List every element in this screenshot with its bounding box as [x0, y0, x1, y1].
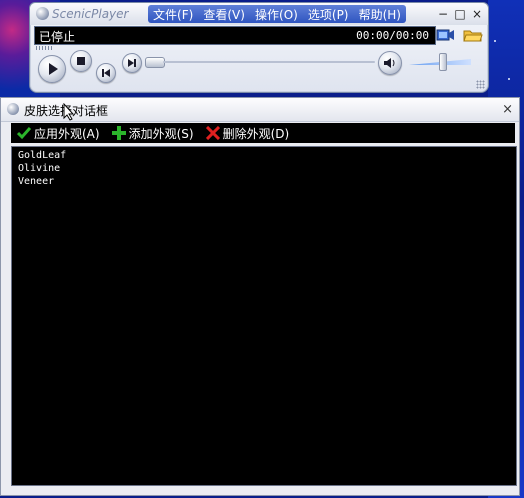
add-skin-button[interactable]: 添加外观(S) [111, 125, 194, 142]
folder-icon[interactable] [463, 28, 483, 42]
next-icon [128, 59, 136, 67]
skin-toolbar: 应用外观(A) 添加外观(S) 删除外观(D) [11, 123, 515, 143]
menu-file[interactable]: 文件(F) [153, 6, 193, 23]
minimize-button[interactable]: − [436, 7, 450, 21]
delete-skin-label: 删除外观(D) [222, 126, 290, 141]
app-logo-icon [36, 7, 49, 20]
volume-slider-thumb[interactable] [439, 53, 447, 71]
menu-options[interactable]: 选项(P) [308, 6, 349, 23]
skin-list[interactable]: GoldLeaf Olivine Veneer [11, 146, 517, 486]
plus-icon [111, 126, 126, 140]
player-window: ScenicPlayer 文件(F) 查看(V) 操作(O) 选项(P) 帮助(… [29, 2, 489, 93]
add-skin-label: 添加外观(S) [128, 126, 194, 141]
volume-button[interactable] [378, 51, 402, 75]
grip-handle[interactable] [36, 46, 54, 50]
list-item[interactable]: GoldLeaf [12, 149, 516, 162]
player-name: ScenicPlayer [52, 7, 129, 21]
time-display: 00:00/00:00 [356, 29, 429, 42]
seek-slider-track[interactable] [163, 61, 375, 63]
seek-slider-thumb[interactable] [145, 57, 165, 68]
stop-icon [77, 57, 85, 65]
apply-skin-button[interactable]: 应用外观(A) [17, 125, 100, 142]
delete-skin-button[interactable]: 删除外观(D) [205, 125, 290, 142]
playback-status: 已停止 [39, 30, 76, 44]
status-display: 已停止 00:00/00:00 [34, 26, 436, 45]
dialog-title-bar[interactable]: 皮肤选择对话框 × [1, 98, 519, 122]
stop-button[interactable] [70, 50, 92, 72]
previous-icon [102, 69, 110, 77]
next-button[interactable] [122, 53, 142, 73]
list-item[interactable]: Olivine [12, 162, 516, 175]
maximize-button[interactable]: □ [453, 7, 467, 21]
delete-x-icon [205, 126, 220, 140]
player-title-bar[interactable]: ScenicPlayer 文件(F) 查看(V) 操作(O) 选项(P) 帮助(… [30, 3, 488, 25]
dialog-close-button[interactable]: × [502, 102, 513, 117]
apply-skin-label: 应用外观(A) [34, 126, 100, 141]
close-button[interactable]: × [470, 7, 484, 21]
dialog-logo-icon [7, 103, 19, 115]
menu-operate[interactable]: 操作(O) [255, 6, 298, 23]
menu-view[interactable]: 查看(V) [203, 6, 245, 23]
menu-help[interactable]: 帮助(H) [359, 6, 401, 23]
video-icon[interactable] [435, 28, 455, 42]
mouse-cursor-icon [63, 103, 75, 121]
menu-bar: 文件(F) 查看(V) 操作(O) 选项(P) 帮助(H) [148, 5, 406, 23]
play-icon [49, 63, 58, 75]
previous-button[interactable] [96, 63, 116, 83]
skin-dialog: 皮肤选择对话框 × 应用外观(A) 添加外观(S) 删除外观(D) GoldLe… [0, 97, 520, 496]
play-button[interactable] [38, 55, 66, 83]
list-item[interactable]: Veneer [12, 175, 516, 188]
resize-grip[interactable] [476, 80, 485, 89]
speaker-icon [384, 58, 395, 68]
checkmark-icon [17, 127, 31, 140]
